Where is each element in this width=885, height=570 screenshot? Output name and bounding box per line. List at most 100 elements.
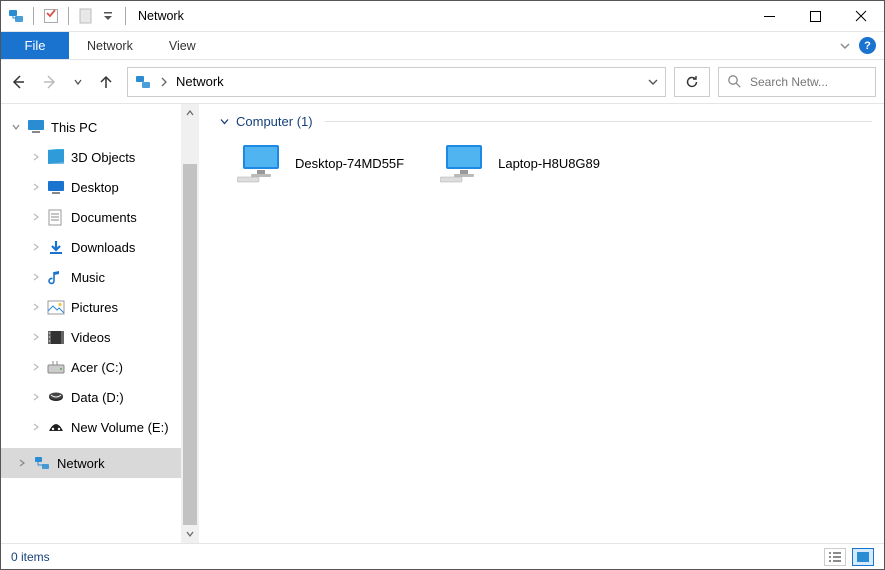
minimize-button[interactable] <box>746 1 792 31</box>
chevron-right-icon[interactable] <box>31 422 41 432</box>
chevron-right-icon[interactable] <box>17 458 27 468</box>
chevron-down-icon[interactable] <box>11 122 21 132</box>
chevron-right-icon[interactable] <box>31 242 41 252</box>
breadcrumb[interactable]: Network <box>176 74 224 89</box>
address-chevron-icon[interactable] <box>160 77 168 87</box>
tree-label: Data (D:) <box>71 390 124 405</box>
tree-item[interactable]: Documents <box>1 202 181 232</box>
divider <box>325 121 872 122</box>
pic-icon <box>47 298 65 316</box>
refresh-button[interactable] <box>674 67 710 97</box>
down-icon <box>47 238 65 256</box>
file-tab[interactable]: File <box>1 32 69 59</box>
search-placeholder: Search Netw... <box>750 75 828 89</box>
help-icon[interactable]: ? <box>859 37 876 54</box>
tree-label: Network <box>57 456 105 471</box>
nav-bar: Network Search Netw... <box>1 59 884 103</box>
tab-network[interactable]: Network <box>69 32 151 59</box>
back-button[interactable] <box>9 73 27 91</box>
chevron-right-icon[interactable] <box>31 272 41 282</box>
tree-label: New Volume (E:) <box>71 420 169 435</box>
view-tiles-button[interactable] <box>852 548 874 566</box>
tree-item[interactable]: Data (D:) <box>1 382 181 412</box>
drive-icon <box>47 358 65 376</box>
tree-label: Documents <box>71 210 137 225</box>
tree-this-pc[interactable]: This PC <box>1 112 181 142</box>
separator <box>68 7 69 25</box>
chevron-down-icon[interactable] <box>219 116 230 127</box>
recent-dropdown-icon[interactable] <box>73 77 83 87</box>
separator <box>125 7 126 25</box>
monitor-icon <box>237 143 285 183</box>
doc-icon <box>77 7 95 25</box>
chevron-right-icon[interactable] <box>31 302 41 312</box>
tree-item[interactable]: Downloads <box>1 232 181 262</box>
drive2-icon <box>47 388 65 406</box>
window-title: Network <box>138 9 184 23</box>
address-network-icon <box>134 73 152 91</box>
tree-item[interactable]: Videos <box>1 322 181 352</box>
tree-label: 3D Objects <box>71 150 135 165</box>
forward-button[interactable] <box>41 73 59 91</box>
close-button[interactable] <box>838 1 884 31</box>
network-icon <box>33 454 51 472</box>
tree-label: Acer (C:) <box>71 360 123 375</box>
computer-item[interactable]: Desktop-74MD55F <box>237 143 404 183</box>
tree-item[interactable]: New Volume (E:) <box>1 412 181 442</box>
props-icon[interactable] <box>42 7 60 25</box>
scroll-up-icon[interactable] <box>181 104 199 122</box>
chevron-right-icon[interactable] <box>31 362 41 372</box>
tree-label: Desktop <box>71 180 119 195</box>
doc-icon <box>47 208 65 226</box>
search-icon <box>727 74 742 89</box>
tree-label: Videos <box>71 330 111 345</box>
tree-label: This PC <box>51 120 97 135</box>
computer-label: Desktop-74MD55F <box>295 156 404 171</box>
tree-label: Music <box>71 270 105 285</box>
scroll-down-icon[interactable] <box>181 525 199 543</box>
chevron-right-icon[interactable] <box>31 332 41 342</box>
group-header[interactable]: Computer (1) <box>219 114 872 129</box>
computer-label: Laptop-H8U8G89 <box>498 156 600 171</box>
nav-tree: This PC 3D Objects Desktop Documents Downlo… <box>1 108 181 543</box>
tree-item[interactable]: Acer (C:) <box>1 352 181 382</box>
address-bar[interactable]: Network <box>127 67 666 97</box>
tree-item[interactable]: 3D Objects <box>1 142 181 172</box>
separator <box>33 7 34 25</box>
tree-label: Pictures <box>71 300 118 315</box>
monitor-icon <box>440 143 488 183</box>
pc-icon <box>27 118 45 136</box>
desktop-icon <box>47 178 65 196</box>
up-button[interactable] <box>97 73 115 91</box>
search-input[interactable]: Search Netw... <box>718 67 876 97</box>
tree-label: Downloads <box>71 240 135 255</box>
scrollbar-thumb[interactable] <box>183 164 197 525</box>
title-bar: Network <box>1 1 884 31</box>
ribbon-expand-icon[interactable] <box>839 40 851 52</box>
status-text: 0 items <box>11 550 50 564</box>
video-icon <box>47 328 65 346</box>
qat-dropdown-icon[interactable] <box>99 7 117 25</box>
chevron-right-icon[interactable] <box>31 182 41 192</box>
cube-icon <box>47 148 65 166</box>
chevron-right-icon[interactable] <box>31 392 41 402</box>
music-icon <box>47 268 65 286</box>
address-dropdown-icon[interactable] <box>647 76 659 88</box>
tree-item[interactable]: Desktop <box>1 172 181 202</box>
tree-item[interactable]: Music <box>1 262 181 292</box>
content-pane: Computer (1) Desktop-74MD55F Laptop-H8U8… <box>199 104 884 543</box>
group-label: Computer (1) <box>236 114 313 129</box>
tab-view[interactable]: View <box>151 32 214 59</box>
drive3-icon <box>47 418 65 436</box>
network-icon <box>7 7 25 25</box>
status-bar: 0 items <box>1 543 884 569</box>
view-details-button[interactable] <box>824 548 846 566</box>
tree-scrollbar[interactable] <box>181 104 199 543</box>
ribbon: File Network View ? <box>1 31 884 59</box>
tree-item[interactable]: Pictures <box>1 292 181 322</box>
chevron-right-icon[interactable] <box>31 152 41 162</box>
tree-network[interactable]: Network <box>1 448 181 478</box>
computer-item[interactable]: Laptop-H8U8G89 <box>440 143 600 183</box>
maximize-button[interactable] <box>792 1 838 31</box>
chevron-right-icon[interactable] <box>31 212 41 222</box>
